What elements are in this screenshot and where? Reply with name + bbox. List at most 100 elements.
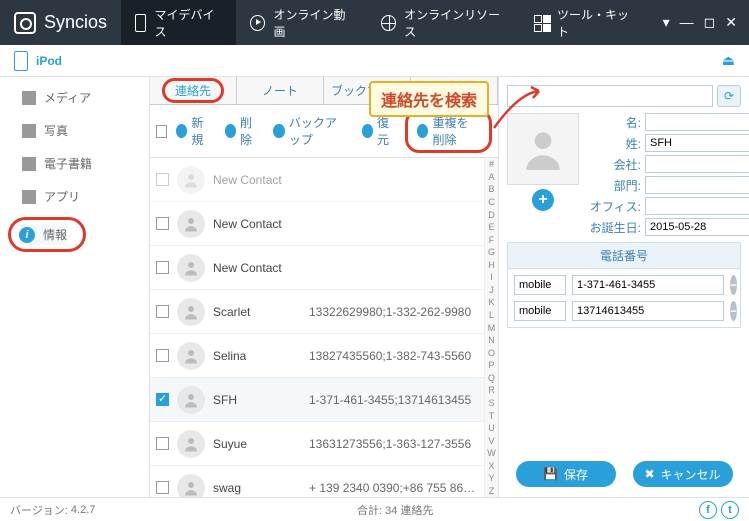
cancel-button[interactable]: ✖ キャンセル (633, 461, 733, 487)
restore-icon (362, 124, 373, 138)
alpha-E[interactable]: E (485, 221, 498, 234)
play-icon (250, 15, 265, 31)
menu-dropdown-button[interactable]: ▾ (663, 14, 670, 31)
alpha-D[interactable]: D (485, 208, 498, 221)
toolbar-restore[interactable]: 復元 (357, 112, 402, 150)
nav-online-video[interactable]: オンライン動画 (236, 0, 367, 45)
alpha-O[interactable]: O (485, 346, 498, 359)
phone-label[interactable] (514, 275, 566, 295)
alpha-W[interactable]: W (485, 447, 498, 460)
alpha-H[interactable]: H (485, 259, 498, 272)
label-name: 名: (589, 114, 641, 131)
alpha-V[interactable]: V (485, 434, 498, 447)
input-name[interactable] (645, 113, 749, 131)
row-checkbox[interactable] (156, 481, 169, 494)
app-logo: Syncios (0, 12, 121, 34)
sidebar-item-photos[interactable]: 写真 (0, 114, 149, 147)
minimize-button[interactable]: — (680, 14, 694, 31)
close-button[interactable]: ✕ (725, 14, 737, 31)
facebook-icon[interactable]: f (699, 501, 717, 519)
alpha-N[interactable]: N (485, 334, 498, 347)
row-checkbox[interactable] (156, 349, 169, 362)
sidebar-item-info[interactable]: i 情報 (19, 224, 67, 245)
input-dept[interactable] (645, 176, 749, 194)
alpha-#[interactable]: # (485, 158, 498, 171)
label-surname: 姓: (589, 135, 641, 152)
eject-button[interactable]: ⏏ (722, 52, 735, 69)
phone-section-header: 電話番号 (508, 243, 740, 269)
alpha-I[interactable]: I (485, 271, 498, 284)
photo-icon (22, 124, 36, 138)
contact-photo[interactable] (507, 113, 579, 185)
phone-value[interactable] (572, 275, 724, 295)
contact-row[interactable]: New Contact (150, 202, 484, 246)
select-all-checkbox[interactable] (156, 125, 167, 138)
alpha-S[interactable]: S (485, 397, 498, 410)
maximize-button[interactable]: ◻ (704, 14, 716, 31)
nav-my-device[interactable]: マイデバイス (121, 0, 236, 45)
row-checkbox[interactable] (156, 393, 169, 406)
phone-label[interactable] (514, 301, 566, 321)
contact-name: Selina (213, 349, 301, 363)
input-company[interactable] (645, 155, 749, 173)
contact-row[interactable]: swag+ 139 2340 0390;+86 755 8611 77... (150, 466, 484, 497)
alpha-M[interactable]: M (485, 321, 498, 334)
alpha-K[interactable]: K (485, 296, 498, 309)
alpha-U[interactable]: U (485, 422, 498, 435)
phone-value[interactable] (572, 301, 724, 321)
contact-row[interactable]: New Contact (150, 246, 484, 290)
contact-row[interactable]: Scarlet13322629980;1-332-262-9980 (150, 290, 484, 334)
tab-contacts[interactable]: 連絡先 (150, 77, 237, 104)
twitter-icon[interactable]: t (721, 501, 739, 519)
contact-row[interactable]: SFH1-371-461-3455;13714613455 (150, 378, 484, 422)
alpha-G[interactable]: G (485, 246, 498, 259)
sidebar-item-ebooks[interactable]: 電子書籍 (0, 147, 149, 180)
alpha-R[interactable]: R (485, 384, 498, 397)
toolbar-new[interactable]: 新規 (171, 112, 216, 150)
toolbar-dedupe[interactable]: 重複を削除 (412, 112, 485, 150)
add-photo-button[interactable]: + (532, 189, 554, 211)
alpha-T[interactable]: T (485, 409, 498, 422)
alpha-X[interactable]: X (485, 460, 498, 473)
alpha-J[interactable]: J (485, 284, 498, 297)
save-button[interactable]: 💾 保存 (516, 461, 616, 487)
contact-name: New Contact (213, 173, 301, 187)
alpha-L[interactable]: L (485, 309, 498, 322)
alpha-Z[interactable]: Z (485, 485, 498, 497)
row-checkbox[interactable] (156, 437, 169, 450)
alpha-P[interactable]: P (485, 359, 498, 372)
contact-row[interactable]: Suyue13631273556;1-363-127-3556 (150, 422, 484, 466)
phone-delete-button[interactable]: − (730, 301, 737, 321)
nav-online-resource[interactable]: オンラインリソース (367, 0, 520, 45)
input-office[interactable] (645, 197, 749, 215)
nav-toolkit[interactable]: ツール・キット (520, 0, 651, 45)
toolbar-backup[interactable]: バックアップ (268, 112, 352, 150)
contact-list[interactable]: New ContactNew ContactNew ContactScarlet… (150, 158, 484, 497)
contact-row[interactable]: Selina13827435560;1-382-743-5560 (150, 334, 484, 378)
sidebar-item-apps[interactable]: アプリ (0, 180, 149, 213)
alpha-B[interactable]: B (485, 183, 498, 196)
row-checkbox[interactable] (156, 173, 169, 186)
row-checkbox[interactable] (156, 217, 169, 230)
tab-notes[interactable]: ノート (237, 77, 324, 104)
search-input[interactable] (507, 85, 713, 107)
alpha-A[interactable]: A (485, 171, 498, 184)
alpha-index[interactable]: #ABCDEFGHIJKLMNOPQRSTUVWXYZ (484, 158, 498, 497)
input-surname[interactable] (645, 134, 749, 152)
input-birthday[interactable] (645, 218, 749, 236)
total-value: 34 連絡先 (385, 502, 433, 518)
alpha-Q[interactable]: Q (485, 372, 498, 385)
alpha-C[interactable]: C (485, 196, 498, 209)
toolbar-delete[interactable]: 削除 (220, 112, 265, 150)
alpha-Y[interactable]: Y (485, 472, 498, 485)
contact-row[interactable]: New Contact (150, 158, 484, 202)
row-checkbox[interactable] (156, 261, 169, 274)
sidebar-item-media[interactable]: メディア (0, 81, 149, 114)
phone-delete-button[interactable]: − (730, 275, 737, 295)
alpha-F[interactable]: F (485, 233, 498, 246)
dedupe-icon (417, 124, 428, 138)
row-checkbox[interactable] (156, 305, 169, 318)
refresh-button[interactable]: ⟳ (717, 85, 741, 107)
device-row: iPod ⏏ (0, 45, 749, 77)
contact-name: New Contact (213, 217, 301, 231)
